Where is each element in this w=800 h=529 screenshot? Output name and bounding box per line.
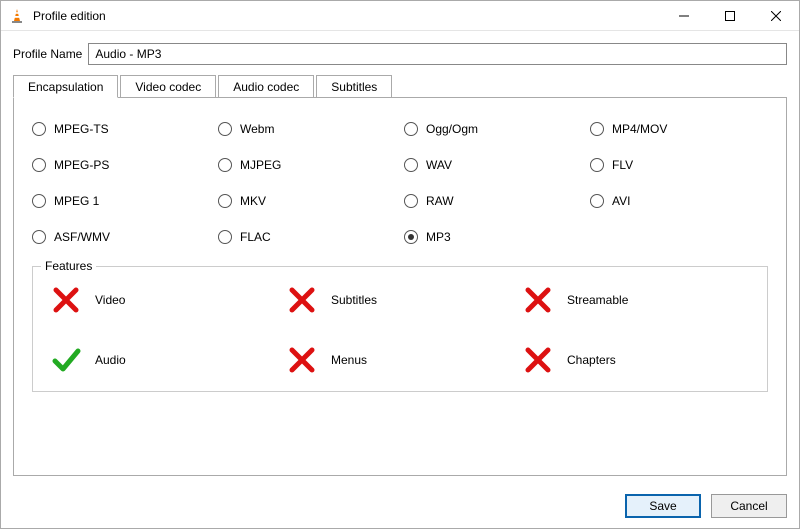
cross-icon — [51, 285, 81, 315]
radio-icon — [218, 158, 232, 172]
format-radio-wav[interactable]: WAV — [404, 158, 582, 172]
cross-icon — [287, 345, 317, 375]
radio-icon — [590, 194, 604, 208]
radio-label: MP3 — [426, 230, 451, 244]
cross-icon — [523, 285, 553, 315]
radio-icon — [218, 230, 232, 244]
format-radio-mpeg-ts[interactable]: MPEG-TS — [32, 122, 210, 136]
format-radio-mp3[interactable]: MP3 — [404, 230, 582, 244]
profile-name-input[interactable] — [88, 43, 787, 65]
radio-label: MP4/MOV — [612, 122, 667, 136]
button-row: Save Cancel — [1, 484, 799, 528]
cross-icon — [287, 285, 317, 315]
profile-name-label: Profile Name — [13, 47, 82, 61]
radio-label: FLV — [612, 158, 633, 172]
radio-icon — [32, 230, 46, 244]
radio-icon — [590, 122, 604, 136]
radio-icon — [590, 158, 604, 172]
features-legend: Features — [41, 259, 96, 273]
radio-label: WAV — [426, 158, 452, 172]
feature-label: Video — [95, 293, 125, 307]
radio-label: MPEG-TS — [54, 122, 109, 136]
format-radio-avi[interactable]: AVI — [590, 194, 768, 208]
format-radio-mkv[interactable]: MKV — [218, 194, 396, 208]
tab-subtitles[interactable]: Subtitles — [316, 75, 392, 97]
cross-icon — [523, 345, 553, 375]
feature-label: Menus — [331, 353, 367, 367]
radio-label: MPEG 1 — [54, 194, 99, 208]
encapsulation-panel: MPEG-TS Webm Ogg/Ogm MP4/MOV MPEG-PS MJPEG WAV… — [13, 97, 787, 476]
radio-icon — [32, 122, 46, 136]
feature-label: Streamable — [567, 293, 628, 307]
radio-label: Ogg/Ogm — [426, 122, 478, 136]
tab-video-codec[interactable]: Video codec — [120, 75, 216, 97]
radio-icon — [404, 158, 418, 172]
vlc-cone-icon — [9, 8, 25, 24]
radio-icon — [404, 194, 418, 208]
radio-label: MJPEG — [240, 158, 281, 172]
feature-label: Subtitles — [331, 293, 377, 307]
feature-audio: Audio — [51, 345, 277, 375]
radio-icon — [404, 122, 418, 136]
dialog-body: Profile Name EncapsulationVideo codecAud… — [1, 31, 799, 484]
feature-streamable: Streamable — [523, 285, 749, 315]
feature-subtitles: Subtitles — [287, 285, 513, 315]
radio-label: RAW — [426, 194, 454, 208]
format-radio-flv[interactable]: FLV — [590, 158, 768, 172]
format-radio-asf-wmv[interactable]: ASF/WMV — [32, 230, 210, 244]
feature-menus: Menus — [287, 345, 513, 375]
titlebar: Profile edition — [1, 1, 799, 31]
check-icon — [51, 345, 81, 375]
radio-icon — [32, 194, 46, 208]
feature-chapters: Chapters — [523, 345, 749, 375]
format-radio-mjpeg[interactable]: MJPEG — [218, 158, 396, 172]
format-radio-ogg-ogm[interactable]: Ogg/Ogm — [404, 122, 582, 136]
format-radio-flac[interactable]: FLAC — [218, 230, 396, 244]
radio-icon — [404, 230, 418, 244]
cancel-button[interactable]: Cancel — [711, 494, 787, 518]
maximize-button[interactable] — [707, 1, 753, 30]
format-radio-mpeg-1[interactable]: MPEG 1 — [32, 194, 210, 208]
tab-encapsulation[interactable]: Encapsulation — [13, 75, 118, 98]
feature-label: Audio — [95, 353, 126, 367]
radio-label: AVI — [612, 194, 630, 208]
radio-label: MPEG-PS — [54, 158, 109, 172]
window-title: Profile edition — [33, 9, 661, 23]
radio-icon — [218, 194, 232, 208]
radio-label: MKV — [240, 194, 266, 208]
tabbar: EncapsulationVideo codecAudio codecSubti… — [13, 75, 787, 97]
radio-icon — [218, 122, 232, 136]
radio-label: Webm — [240, 122, 274, 136]
save-button[interactable]: Save — [625, 494, 701, 518]
feature-label: Chapters — [567, 353, 616, 367]
format-radio-raw[interactable]: RAW — [404, 194, 582, 208]
format-radio-webm[interactable]: Webm — [218, 122, 396, 136]
features-group: Features VideoSubtitlesStreamableAudioMe… — [32, 266, 768, 392]
profile-edition-window: Profile edition Profile Name Encapsulati… — [0, 0, 800, 529]
radio-label: FLAC — [240, 230, 271, 244]
features-grid: Video Subtitles Streamable Audio Menus Chapte… — [51, 285, 749, 375]
format-radio-grid: MPEG-TS Webm Ogg/Ogm MP4/MOV MPEG-PS MJPEG WAV… — [32, 122, 768, 244]
feature-video: Video — [51, 285, 277, 315]
minimize-button[interactable] — [661, 1, 707, 30]
profile-name-row: Profile Name — [13, 43, 787, 65]
radio-icon — [32, 158, 46, 172]
format-radio-mpeg-ps[interactable]: MPEG-PS — [32, 158, 210, 172]
close-button[interactable] — [753, 1, 799, 30]
radio-label: ASF/WMV — [54, 230, 110, 244]
format-radio-mp4-mov[interactable]: MP4/MOV — [590, 122, 768, 136]
tab-audio-codec[interactable]: Audio codec — [218, 75, 314, 97]
